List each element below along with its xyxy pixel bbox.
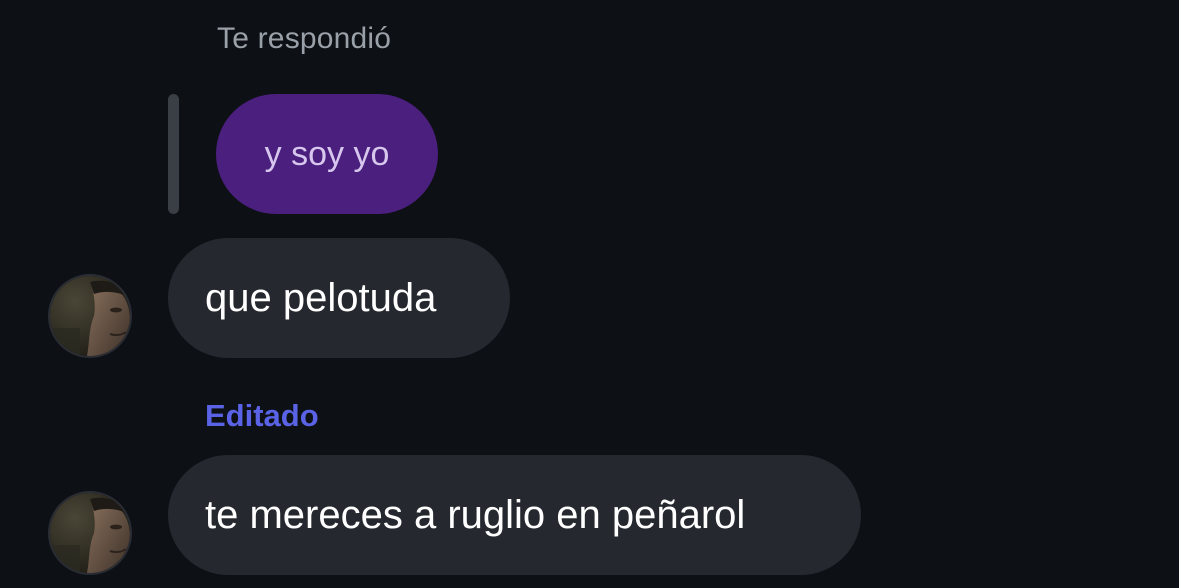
avatar-photo-icon (50, 493, 130, 573)
reply-header: Te respondió (217, 22, 392, 55)
quoted-message-bubble[interactable]: y soy yo (216, 94, 438, 214)
avatar-photo-icon (50, 276, 130, 356)
message-text: que pelotuda (205, 275, 437, 320)
avatar[interactable] (48, 274, 132, 358)
message-bubble[interactable]: te mereces a ruglio en peñarol (168, 455, 861, 575)
quoted-message-text: y soy yo (264, 134, 390, 173)
avatar[interactable] (48, 491, 132, 575)
message-bubble[interactable]: que pelotuda (168, 238, 510, 358)
quote-bar (168, 94, 179, 214)
edited-label: Editado (205, 398, 319, 433)
message-text: te mereces a ruglio en peñarol (205, 492, 746, 537)
